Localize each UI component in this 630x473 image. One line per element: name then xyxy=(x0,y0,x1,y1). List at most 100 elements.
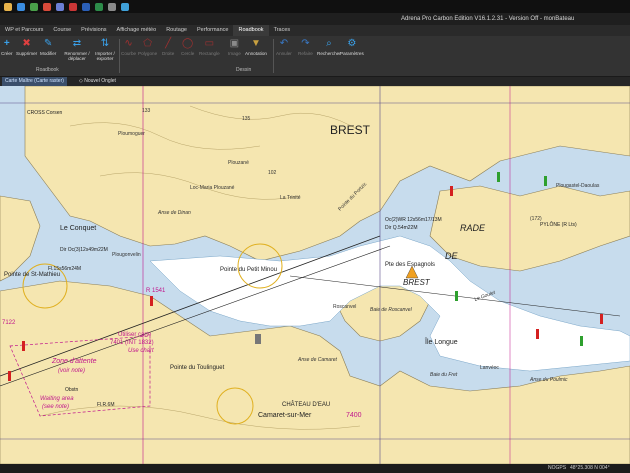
curve-icon: ∿ xyxy=(124,38,133,49)
app-icon[interactable] xyxy=(108,2,116,11)
tab-roadbook[interactable]: Roadbook xyxy=(233,25,269,36)
label-light-portzic: Oc(2)WR 12s56m17/13M xyxy=(385,217,442,223)
import-export-button[interactable]: ⇅ Importer / exporter xyxy=(91,38,119,62)
label-light-conquet: Dir Oc(3)12s49m22M xyxy=(60,247,108,253)
tab-performance[interactable]: Performance xyxy=(192,25,234,36)
ribbon-separator xyxy=(119,39,120,73)
label-chateau-eau: CHÂTEAU D'EAU xyxy=(282,401,330,408)
label-pte-espagnols: Pte des Espagnols xyxy=(385,262,435,268)
label-voir-note: (voir note) xyxy=(58,368,85,374)
label-plougastel: Plougastel-Daoulas xyxy=(556,183,600,189)
circle-icon: ◯ xyxy=(182,38,194,49)
chat-icon[interactable] xyxy=(56,2,64,11)
explorer-icon[interactable] xyxy=(4,2,12,11)
excel-icon[interactable] xyxy=(95,2,103,11)
word-icon[interactable] xyxy=(82,2,90,11)
undo-button[interactable]: ↶ Annuler xyxy=(276,38,292,57)
label-waiting-area: Waiting area xyxy=(40,396,74,402)
label-pointe-toulinguet: Pointe du Toulinguet xyxy=(170,365,225,371)
label-loc-maria: Loc-Maria Plouzané xyxy=(190,185,235,191)
label-camaret: Camaret-sur-Mer xyxy=(258,412,312,419)
label-spot-135: 135 xyxy=(242,116,251,122)
label-use-chart: Use chart xyxy=(128,348,154,354)
red-buoy xyxy=(150,296,153,306)
redo-button[interactable]: ↷ Refaire xyxy=(298,38,313,57)
tab-wp-parcours[interactable]: WP et Parcours xyxy=(0,25,48,36)
tab-traces[interactable]: Traces xyxy=(269,25,296,36)
tab-affichage-meteo[interactable]: Affichage météo xyxy=(112,25,162,36)
image-icon: ▣ xyxy=(229,38,240,49)
label-brest: BREST xyxy=(330,123,371,137)
nautical-chart[interactable]: BREST RADE DE BREST Le Conquet Ploumogue… xyxy=(0,86,630,464)
browser-icon[interactable] xyxy=(17,2,25,11)
document-tabs: Carte Maître (Carte raster) ◇ Nouvel Ong… xyxy=(0,77,630,86)
modify-button[interactable]: ✎ Modifier xyxy=(40,38,56,57)
label-brest-rade: BREST xyxy=(403,278,431,287)
plus-icon: + xyxy=(3,38,10,49)
polygon-icon: ⬠ xyxy=(143,38,152,49)
tab-nouvel-onglet[interactable]: ◇ Nouvel Onglet xyxy=(76,77,119,86)
tab-carte-maitre[interactable]: Carte Maître (Carte raster) xyxy=(2,77,67,86)
polygon-button[interactable]: ⬠ Polygone xyxy=(138,38,157,57)
label-ploumoguer: Ploumoguer xyxy=(118,131,145,137)
label-r1541: R 1541 xyxy=(146,288,166,294)
tower-marker xyxy=(255,334,261,344)
label-ile-longue: Île Longue xyxy=(424,337,458,346)
image-button[interactable]: ▣ Image xyxy=(228,38,241,57)
label-plouzane: Plouzané xyxy=(228,160,249,166)
gear-icon: ⚙ xyxy=(347,38,357,49)
group-label-roadbook: Roadbook xyxy=(36,67,59,73)
label-cross-corsen: CROSS Corsen xyxy=(27,110,63,116)
pencil-icon: ✎ xyxy=(43,38,53,49)
label-spot-172: (172) xyxy=(530,216,542,222)
label-light-mathieu: Fl.15s56m24M xyxy=(48,266,81,272)
red-buoy xyxy=(536,329,539,339)
main-menu-tabs: WP et Parcours Course Prévisions Afficha… xyxy=(0,25,630,36)
search-button[interactable]: ⌕ Rechercher xyxy=(317,38,341,57)
settings-button[interactable]: ⚙ Paramètres xyxy=(340,38,364,57)
mail-icon[interactable] xyxy=(30,2,38,11)
label-carte-7401: 7401 (INT 1832) xyxy=(110,340,154,346)
label-la-trinite: La Trinité xyxy=(280,195,301,201)
label-zone-attente: Zone d'attente xyxy=(51,358,97,365)
label-pylone: PYLÔNE (R Lts) xyxy=(540,221,577,228)
rename-move-button[interactable]: ⇄ Renommer / déplacer xyxy=(63,38,91,62)
green-buoy xyxy=(455,291,458,301)
line-icon: ╱ xyxy=(165,38,172,49)
chart-canvas[interactable]: BREST RADE DE BREST Le Conquet Ploumogue… xyxy=(0,86,630,464)
rectangle-button[interactable]: ▭ Rectangle xyxy=(199,38,220,57)
create-button[interactable]: + Créer xyxy=(1,38,13,57)
green-buoy xyxy=(580,336,583,346)
red-buoy xyxy=(600,314,603,324)
tab-routage[interactable]: Routage xyxy=(161,25,192,36)
tab-previsions[interactable]: Prévisions xyxy=(76,25,111,36)
curve-button[interactable]: ∿ Courbe xyxy=(121,38,136,57)
tab-course[interactable]: Course xyxy=(48,25,76,36)
label-baie-roscanvel: Baie de Roscanvel xyxy=(370,307,413,313)
green-buoy xyxy=(544,176,547,186)
annotation-icon: ▼ xyxy=(251,38,261,49)
cursor-coordinates: 48°25.308 N 004° xyxy=(570,465,610,471)
label-anse-dinan: Anse de Dinan xyxy=(157,210,191,216)
adrena-icon[interactable] xyxy=(121,2,129,11)
label-rade: RADE xyxy=(460,223,486,233)
circle-button[interactable]: ◯ Cercle xyxy=(181,38,194,57)
label-obstn: Obstn xyxy=(65,387,79,393)
media-icon[interactable] xyxy=(43,2,51,11)
rename-icon: ⇄ xyxy=(72,38,82,49)
ribbon: + Créer ✖ Supprimer ✎ Modifier ⇄ Renomme… xyxy=(0,36,630,77)
delete-button[interactable]: ✖ Supprimer xyxy=(16,38,37,57)
annotation-button[interactable]: ▼ Annotation xyxy=(245,38,267,57)
red-buoy xyxy=(450,186,453,196)
label-utiliser-carte: Utiliser carte xyxy=(118,332,152,338)
green-buoy xyxy=(497,172,500,182)
label-spot-133: 133 xyxy=(142,108,151,114)
label-lanveoc: Lanvéoc xyxy=(480,365,499,371)
label-light-dir: Dir Q.54m22M xyxy=(385,225,418,231)
label-carte-7400: 7400 xyxy=(346,412,362,419)
line-button[interactable]: ╱ Droite xyxy=(162,38,174,57)
label-le-conquet: Le Conquet xyxy=(60,225,96,232)
group-label-dessin: Dessin xyxy=(236,67,252,73)
label-baie-fret: Baie du Fret xyxy=(430,372,458,378)
pdf-icon[interactable] xyxy=(69,2,77,11)
